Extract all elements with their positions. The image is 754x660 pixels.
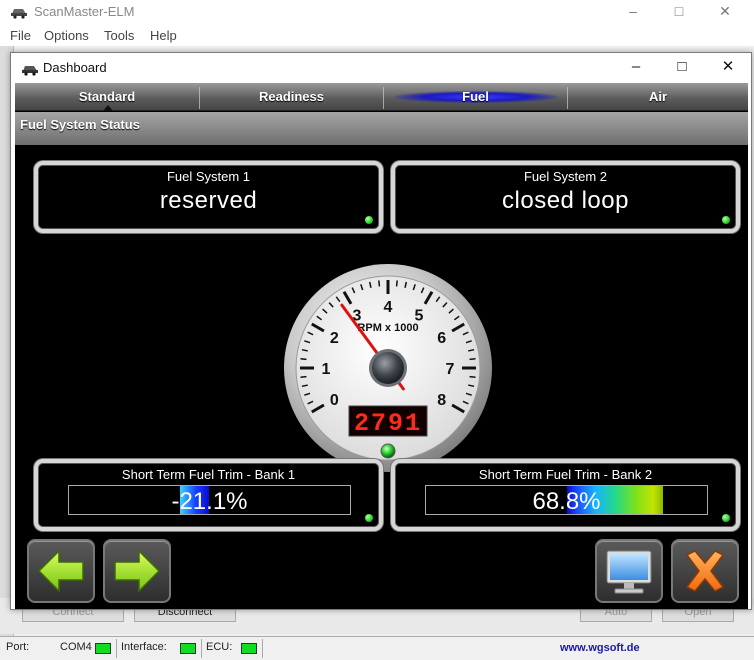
tab-readiness-label: Readiness: [258, 89, 325, 104]
status-led-icon: [722, 216, 730, 224]
fuel-system-2-panel: Fuel System 2 closed loop: [391, 161, 740, 233]
status-led-icon: [365, 514, 373, 522]
dashboard-close-icon[interactable]: ✕: [705, 53, 751, 83]
forward-button[interactable]: [103, 539, 171, 603]
car-app-icon: [11, 9, 27, 19]
back-button[interactable]: [27, 539, 95, 603]
tab-air-label: Air: [648, 89, 668, 104]
gauge-tick-label: 2: [330, 330, 339, 347]
ecu-led-icon: [241, 643, 257, 654]
gauge-led-icon: [380, 443, 396, 459]
rpm-gauge: 0123 4 5678 RPM x 1000 2791: [284, 264, 492, 472]
dashboard-body: Standard Readiness Fuel Air Fuel System …: [15, 83, 748, 609]
port-label: Port:: [6, 641, 30, 653]
tab-readiness[interactable]: Readiness: [200, 83, 383, 111]
section-title: Fuel System Status: [15, 112, 748, 145]
dashboard-window: Dashboard – □ ✕ Standard Readiness Fuel …: [10, 52, 752, 610]
gauge-minor-tick: [300, 375, 307, 378]
monitor-icon: [606, 550, 652, 594]
tab-standard[interactable]: Standard: [15, 83, 199, 111]
menu-options[interactable]: Options: [44, 28, 89, 43]
gauge-tick-label: 6: [437, 330, 446, 347]
maximize-icon[interactable]: □: [656, 0, 702, 24]
menu-tools[interactable]: Tools: [104, 28, 134, 43]
interface-led-icon: [180, 643, 196, 654]
status-led-icon: [722, 514, 730, 522]
rpm-readout: 2791: [354, 409, 422, 438]
gauge-unit-label: RPM x 1000: [357, 322, 418, 334]
menu-file[interactable]: File: [10, 28, 31, 43]
trim-bank-1-value: -21.1%: [171, 488, 248, 515]
status-separator: [201, 639, 202, 658]
car-app-icon: [22, 66, 38, 76]
trim-bank-2-panel: Short Term Fuel Trim - Bank 2 68.8%: [391, 459, 740, 531]
port-led-icon: [95, 643, 111, 654]
interface-label: Interface:: [121, 641, 167, 653]
gauge-minor-tick: [300, 358, 307, 361]
gauge-tick-label: 1: [322, 361, 331, 378]
statusbar: Port: COM4 Interface: ECU: www.wgsoft.de: [0, 636, 754, 660]
trim-bank-2-bar: 68.8%: [425, 485, 708, 515]
close-icon[interactable]: ✕: [702, 0, 748, 24]
gauge-minor-tick: [469, 358, 476, 361]
gauge-minor-tick: [469, 375, 476, 378]
gauge-hub: [372, 352, 404, 384]
dashboard-maximize-icon[interactable]: □: [659, 53, 705, 83]
status-separator: [116, 639, 117, 658]
tab-fuel-label: Fuel: [462, 89, 489, 104]
trim-bank-2-label: Short Term Fuel Trim - Bank 2: [478, 467, 653, 482]
tab-standard-label: Standard: [78, 89, 136, 104]
menubar: File Options Tools Help: [0, 24, 754, 46]
fuel-system-2-label: Fuel System 2: [523, 169, 608, 184]
main-window-title: ScanMaster-ELM: [34, 4, 135, 19]
fuel-system-1-panel: Fuel System 1 reserved: [34, 161, 383, 233]
arrow-left-icon: [37, 549, 84, 593]
menu-help[interactable]: Help: [150, 28, 177, 43]
tab-air[interactable]: Air: [568, 83, 748, 111]
trim-bank-1-bar: -21.1%: [68, 485, 351, 515]
close-x-icon: [685, 550, 725, 592]
gauge-tick-label: 0: [330, 392, 339, 409]
tab-caret-icon: [103, 105, 113, 111]
dashboard-minimize-icon[interactable]: –: [613, 53, 659, 83]
tab-bar: Standard Readiness Fuel Air: [15, 83, 748, 111]
fuel-system-2-value: closed loop: [502, 187, 629, 214]
port-value: COM4: [60, 641, 92, 653]
minimize-icon[interactable]: –: [610, 0, 656, 24]
ecu-label: ECU:: [206, 641, 233, 653]
dashboard-titlebar: Dashboard – □ ✕: [11, 53, 751, 83]
arrow-right-icon: [114, 549, 161, 593]
trim-bank-2-value: 68.8%: [532, 488, 601, 515]
status-led-icon: [365, 216, 373, 224]
website-link[interactable]: www.wgsoft.de: [560, 642, 640, 654]
close-dashboard-button[interactable]: [671, 539, 739, 603]
gauge-minor-tick: [395, 280, 398, 287]
tab-fuel[interactable]: Fuel: [384, 83, 567, 111]
gauge-tick-label: 4: [384, 299, 393, 316]
gauge-tick-label: 8: [437, 392, 446, 409]
monitor-button[interactable]: [595, 539, 663, 603]
gauge-tick-label: 7: [446, 361, 455, 378]
gauge-minor-tick: [378, 280, 381, 287]
trim-bank-1-label: Short Term Fuel Trim - Bank 1: [121, 467, 296, 482]
fuel-system-1-value: reserved: [159, 187, 258, 214]
trim-bank-1-panel: Short Term Fuel Trim - Bank 1 -21.1%: [34, 459, 383, 531]
fuel-system-1-label: Fuel System 1: [166, 169, 251, 184]
status-separator: [262, 639, 263, 658]
dashboard-title: Dashboard: [43, 60, 107, 75]
main-titlebar: ScanMaster-ELM – □ ✕: [0, 0, 754, 24]
